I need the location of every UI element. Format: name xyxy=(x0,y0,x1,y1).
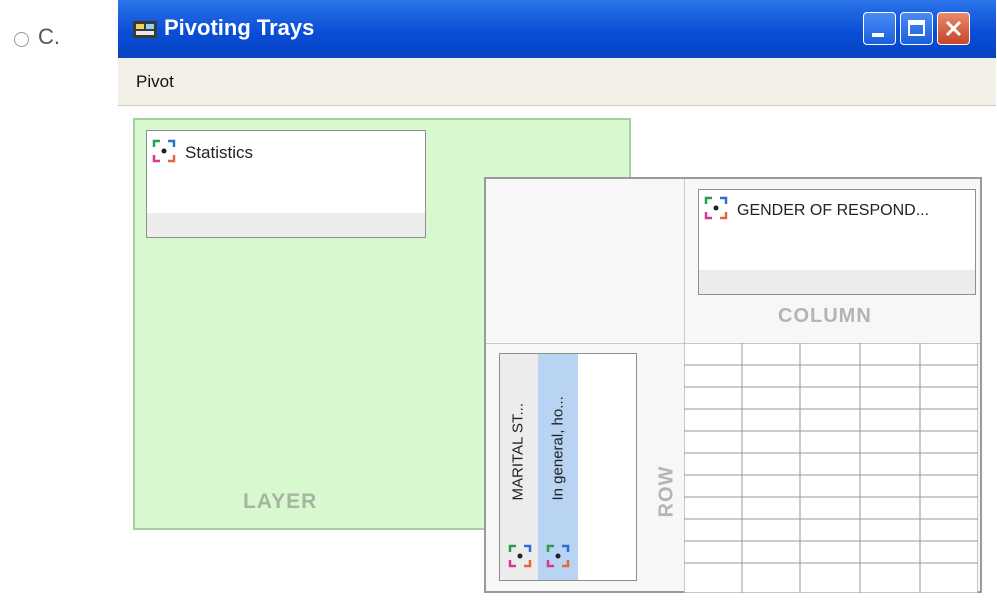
minimize-icon xyxy=(872,33,884,37)
close-icon xyxy=(945,20,962,37)
field-box-footer xyxy=(147,213,425,237)
menu-bar xyxy=(118,58,996,106)
column-tray-label: COLUMN xyxy=(778,305,872,327)
window-title: Pivoting Trays xyxy=(164,15,315,40)
layer-field-statistics[interactable]: Statistics xyxy=(146,130,426,238)
layer-tray-label: LAYER xyxy=(243,490,318,513)
maximize-button[interactable] xyxy=(900,12,933,45)
field-box-footer xyxy=(699,270,975,294)
close-button[interactable] xyxy=(937,12,970,45)
pivoting-trays-window: Pivoting Trays Pivot LAYER Statistics GE… xyxy=(118,0,996,608)
field-icon xyxy=(152,139,176,163)
table-preview-grid xyxy=(684,343,978,593)
field-icon xyxy=(546,544,570,568)
column-field-gender[interactable]: GENDER OF RESPOND... xyxy=(698,189,976,295)
row-field-marital-label[interactable]: MARITAL ST... xyxy=(510,381,527,501)
minimize-button[interactable] xyxy=(863,12,896,45)
field-label: Statistics xyxy=(185,143,254,162)
row-field-in-general-label[interactable]: In general, ho... xyxy=(550,381,567,500)
field-icon xyxy=(508,544,532,568)
menu-pivot[interactable]: Pivot xyxy=(136,72,174,92)
trays-area: LAYER Statistics GENDER OF RESPOND... CO… xyxy=(118,106,996,608)
maximize-icon xyxy=(908,20,925,36)
row-tray-fields[interactable]: MARITAL ST... In general, ho... xyxy=(499,353,637,581)
pivot-table-trays: GENDER OF RESPOND... COLUMN MARITAL ST..… xyxy=(484,177,982,593)
window-app-icon xyxy=(133,21,157,38)
option-letter: C. xyxy=(38,24,60,49)
row-tray-label: ROW xyxy=(655,465,678,518)
option-radio-button[interactable] xyxy=(14,32,29,47)
title-bar[interactable]: Pivoting Trays xyxy=(118,0,996,58)
field-label: GENDER OF RESPOND... xyxy=(737,202,930,219)
field-icon xyxy=(704,196,728,220)
